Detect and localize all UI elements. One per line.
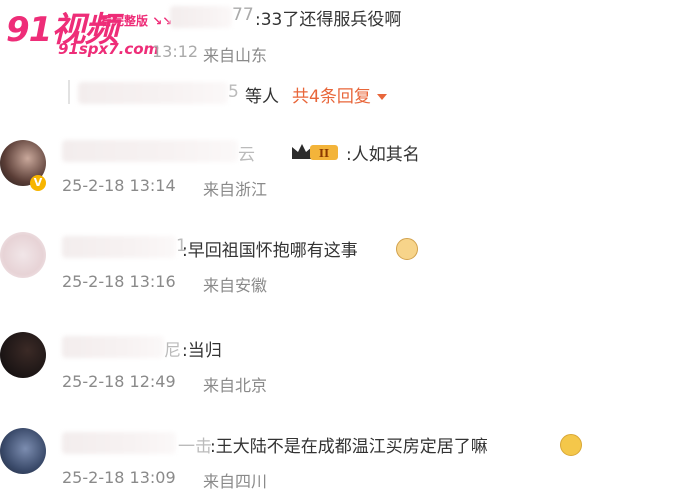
crown-badge-icon: II [292, 144, 338, 160]
username-blurred[interactable] [62, 236, 176, 258]
comment-location: 来自安徽 [203, 276, 268, 295]
comment-location: 来自北京 [203, 376, 268, 395]
comment-time: 25-2-18 13:14 [62, 176, 176, 195]
watermark-url: 91spx7.com [58, 40, 160, 58]
reply-users-blurred [78, 82, 228, 104]
dog-emoji-icon [396, 238, 418, 260]
username-blurred[interactable] [170, 6, 232, 28]
avatar[interactable] [0, 232, 46, 278]
watermark-tagline-text: 看完整版 [100, 14, 149, 28]
comment-author-suffix[interactable]: 云 [238, 140, 255, 165]
smiling-emoji-icon [560, 434, 582, 456]
comment-time: 25-2-18 13:16 [62, 272, 176, 291]
comment-text: :早回祖国怀抱哪有这事 [182, 241, 358, 261]
comment-location: 来自浙江 [203, 180, 268, 199]
verified-icon: V [30, 175, 46, 191]
reply-count-text: 共4条回复 [292, 87, 371, 107]
comment-time: 25-2-18 13:09 [62, 468, 176, 487]
comment-author-suffix[interactable]: 77 [232, 5, 254, 25]
reply-divider [68, 80, 70, 104]
username-blurred[interactable] [62, 140, 238, 162]
username-blurred[interactable] [62, 432, 176, 454]
username-blurred[interactable] [62, 336, 164, 358]
comment-location: 来自山东 [203, 46, 268, 65]
comment-text: :当归 [182, 341, 222, 361]
reply-count-link[interactable]: 共4条回复 [292, 82, 387, 107]
comment-author-suffix[interactable]: 一击 [178, 432, 212, 457]
avatar[interactable] [0, 332, 46, 378]
reply-users-label: 等人 [245, 87, 279, 107]
comment-location: 来自四川 [203, 472, 268, 491]
comment-time: 25-2-18 12:49 [62, 372, 176, 391]
reply-users-suffix: 5 [228, 82, 239, 102]
comment-text: :33了还得服兵役啊 [255, 10, 402, 30]
comment-text: :王大陆不是在成都温江买房定居了嘛 [210, 437, 488, 457]
comment-author-suffix[interactable]: 尼 [164, 336, 181, 361]
comment-text: :人如其名 [346, 145, 420, 165]
chevron-down-icon [376, 94, 387, 100]
comment-time: 13:12 [152, 42, 199, 61]
avatar[interactable] [0, 428, 46, 474]
watermark-tagline: 看完整版 ↘↘ [100, 12, 172, 29]
badge-level: II [319, 147, 329, 160]
